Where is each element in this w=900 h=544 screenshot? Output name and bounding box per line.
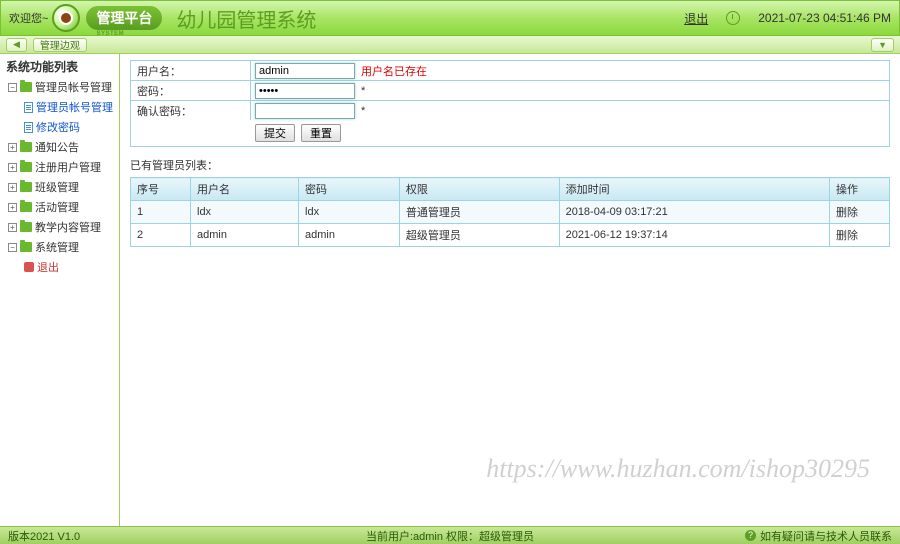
overview-button[interactable]: 管理边观 xyxy=(33,38,87,52)
table-cell: 2021-06-12 19:37:14 xyxy=(559,224,829,247)
tree-item[interactable]: + 班级管理 xyxy=(4,177,119,197)
logout-link[interactable]: 退出 xyxy=(684,10,708,27)
table-header: 权限 xyxy=(399,178,559,201)
required-mark: * xyxy=(361,105,365,117)
app-title: 幼儿园管理系统 xyxy=(176,4,316,33)
username-input[interactable] xyxy=(255,63,355,79)
tree-item-label[interactable]: 班级管理 xyxy=(35,179,79,195)
form-buttons: 提交 重置 xyxy=(130,120,890,147)
expand-icon[interactable]: + xyxy=(8,183,17,192)
table-header: 操作 xyxy=(830,178,890,201)
confirm-input[interactable] xyxy=(255,103,355,119)
forward-button[interactable]: ▼ xyxy=(871,38,894,52)
table-cell: ldx xyxy=(299,201,400,224)
tree-item-label[interactable]: 修改密码 xyxy=(36,119,80,135)
table-cell-op: 删除 xyxy=(830,201,890,224)
exit-icon xyxy=(24,262,34,272)
folder-icon xyxy=(20,162,32,172)
expand-icon[interactable]: + xyxy=(8,163,17,172)
table-cell: 1 xyxy=(131,201,191,224)
delete-link[interactable]: 删除 xyxy=(836,230,858,242)
table-header: 密码 xyxy=(299,178,400,201)
tree-item[interactable]: 管理员帐号管理 xyxy=(4,97,119,117)
tree-item[interactable]: + 活动管理 xyxy=(4,197,119,217)
tree-item-label[interactable]: 教学内容管理 xyxy=(35,219,101,235)
form-row-username: 用户名： 用户名已存在 xyxy=(130,60,890,80)
tree-item-label[interactable]: 注册用户管理 xyxy=(35,159,101,175)
table-cell: 超级管理员 xyxy=(399,224,559,247)
clock-icon xyxy=(726,11,740,25)
version-text: 版本2021 V1.0 xyxy=(8,528,80,544)
table-header: 序号 xyxy=(131,178,191,201)
table-cell: admin xyxy=(299,224,400,247)
table-cell-op: 删除 xyxy=(830,224,890,247)
username-error: 用户名已存在 xyxy=(361,63,427,79)
datetime-text: 2021-07-23 04:51:46 PM xyxy=(758,11,891,25)
help-icon: ? xyxy=(745,530,756,541)
table-cell: 2 xyxy=(131,224,191,247)
tree-item-label[interactable]: 管理员帐号管理 xyxy=(36,99,113,115)
table-cell: 普通管理员 xyxy=(399,201,559,224)
tree-item[interactable]: + 教学内容管理 xyxy=(4,217,119,237)
table-caption: 已有管理员列表： xyxy=(130,157,890,173)
table-header: 添加时间 xyxy=(559,178,829,201)
arrow-left-icon: ◀ xyxy=(13,39,20,50)
required-mark: * xyxy=(361,85,365,97)
tree-item[interactable]: + 通知公告 xyxy=(4,137,119,157)
reset-button[interactable]: 重置 xyxy=(301,124,341,142)
delete-link[interactable]: 删除 xyxy=(836,207,858,219)
main-content: 用户名： 用户名已存在 密码： * 确认密码： * 提交 重置 已有管理员列表： xyxy=(120,54,900,526)
form-row-confirm: 确认密码： * xyxy=(130,100,890,120)
platform-badge: 管理平台 PLATFORM SYSTEM xyxy=(86,6,162,30)
folder-icon xyxy=(20,222,32,232)
collapse-icon[interactable]: − xyxy=(8,83,17,92)
tree-item[interactable]: 修改密码 xyxy=(4,117,119,137)
table-cell: ldx xyxy=(191,201,299,224)
table-header: 用户名 xyxy=(191,178,299,201)
tree-item[interactable]: 退出 xyxy=(4,257,119,277)
tree-item[interactable]: − 管理员帐号管理 xyxy=(4,77,119,97)
form-row-password: 密码： * xyxy=(130,80,890,100)
back-button[interactable]: ◀ xyxy=(6,38,27,52)
password-label: 密码： xyxy=(131,81,251,100)
table-cell: 2018-04-09 03:17:21 xyxy=(559,201,829,224)
expand-icon[interactable]: + xyxy=(8,143,17,152)
document-icon xyxy=(24,122,33,133)
tree-item-label[interactable]: 系统管理 xyxy=(35,239,79,255)
folder-icon xyxy=(20,82,32,92)
current-user-text: 当前用户:admin 权限：超级管理员 xyxy=(366,528,534,544)
nav-tree: − 管理员帐号管理管理员帐号管理修改密码 + 通知公告 + 注册用户管理 + 班级管理 + 活动管… xyxy=(0,77,119,277)
tree-item-label[interactable]: 管理员帐号管理 xyxy=(35,79,112,95)
logo-icon xyxy=(52,4,80,32)
sidebar: 系统功能列表 − 管理员帐号管理管理员帐号管理修改密码 + 通知公告 + 注册用户管理 + 班… xyxy=(0,54,120,526)
sub-header: ◀ 管理边观 ▼ xyxy=(0,36,900,54)
collapse-icon[interactable]: − xyxy=(8,243,17,252)
tree-item-label[interactable]: 活动管理 xyxy=(35,199,79,215)
welcome-text: 欢迎您~ xyxy=(9,10,48,26)
document-icon xyxy=(24,102,33,113)
password-input[interactable] xyxy=(255,83,355,99)
username-label: 用户名： xyxy=(131,61,251,80)
footer: 版本2021 V1.0 当前用户:admin 权限：超级管理员 ? 如有疑问请与… xyxy=(0,526,900,544)
admin-table: 序号用户名密码权限添加时间操作 1ldxldx普通管理员2018-04-09 0… xyxy=(130,177,890,247)
arrow-down-icon: ▼ xyxy=(878,40,887,50)
tree-item-label[interactable]: 通知公告 xyxy=(35,139,79,155)
table-cell: admin xyxy=(191,224,299,247)
folder-icon xyxy=(20,242,32,252)
folder-icon xyxy=(20,142,32,152)
table-row: 1ldxldx普通管理员2018-04-09 03:17:21删除 xyxy=(131,201,890,224)
app-header: 欢迎您~ 管理平台 PLATFORM SYSTEM 幼儿园管理系统 退出 202… xyxy=(0,0,900,36)
folder-icon xyxy=(20,182,32,192)
submit-button[interactable]: 提交 xyxy=(255,124,295,142)
support-text: 如有疑问请与技术人员联系 xyxy=(760,528,892,544)
folder-icon xyxy=(20,202,32,212)
expand-icon[interactable]: + xyxy=(8,203,17,212)
sidebar-title: 系统功能列表 xyxy=(0,56,119,77)
expand-icon[interactable]: + xyxy=(8,223,17,232)
confirm-label: 确认密码： xyxy=(131,101,251,120)
tree-item[interactable]: − 系统管理 xyxy=(4,237,119,257)
tree-item-label[interactable]: 退出 xyxy=(37,259,59,275)
table-row: 2adminadmin超级管理员2021-06-12 19:37:14删除 xyxy=(131,224,890,247)
tree-item[interactable]: + 注册用户管理 xyxy=(4,157,119,177)
